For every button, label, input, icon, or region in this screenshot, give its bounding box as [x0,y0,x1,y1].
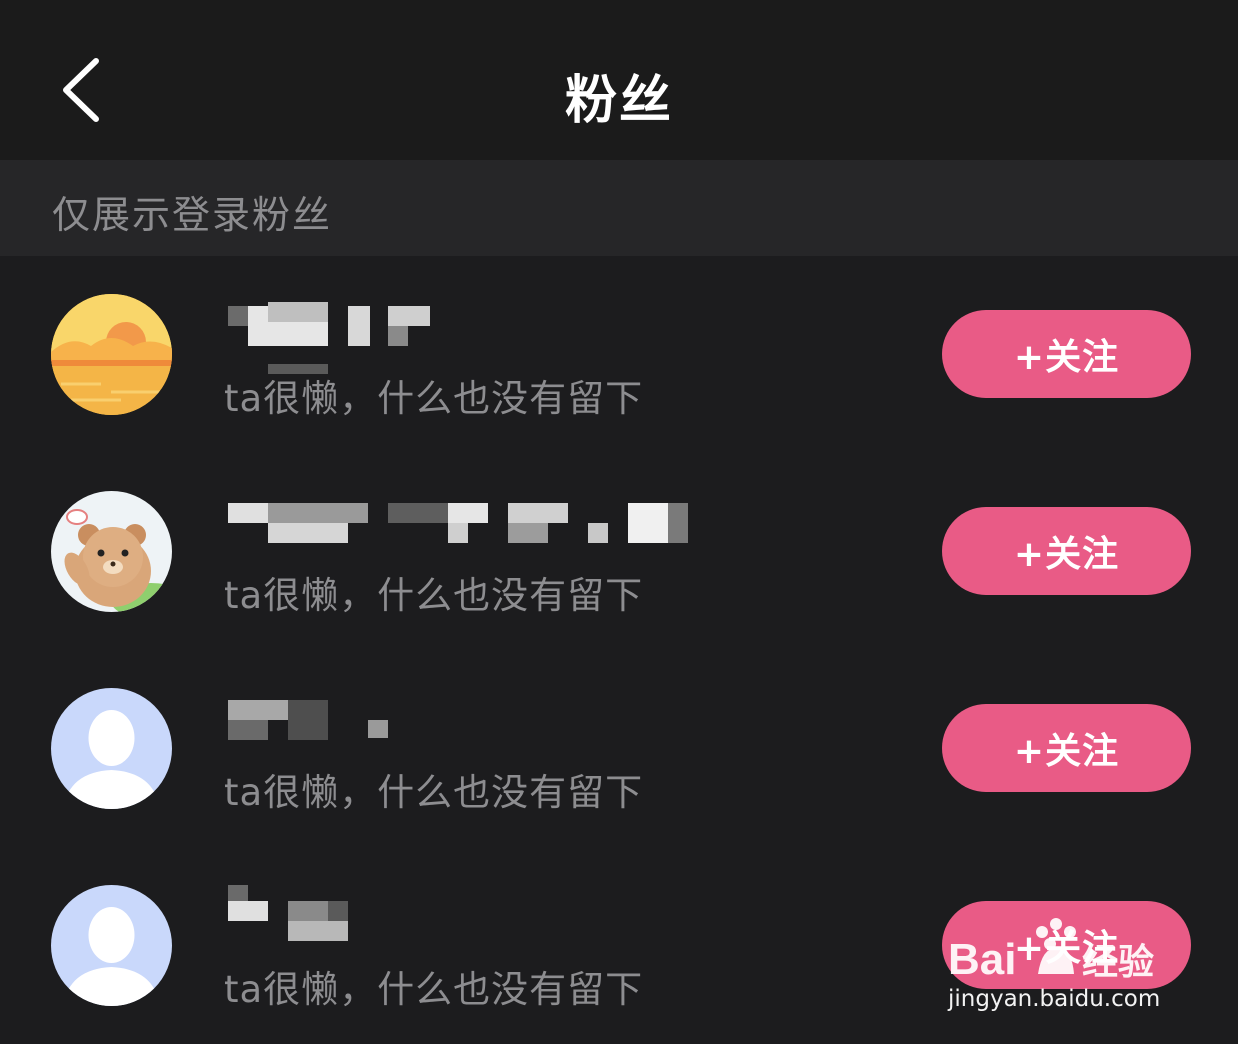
avatar[interactable] [51,294,172,415]
bear-avatar-image [51,491,172,612]
avatar[interactable] [51,885,172,1006]
bio-text: ta很懒，什么也没有留下 [224,377,644,420]
list-item[interactable]: ta很懒，什么也没有留下 +关注 [0,256,1238,453]
notice-banner: 仅展示登录粉丝 [0,160,1238,256]
follow-button[interactable]: +关注 [942,901,1191,989]
nickname-redacted [228,885,368,945]
follow-button[interactable]: +关注 [942,310,1191,398]
avatar[interactable] [51,491,172,612]
list-item[interactable]: ta很懒，什么也没有留下 +关注 [0,453,1238,650]
nickname-redacted [228,499,698,543]
top-bar: 粉丝 [0,0,1238,160]
nickname-redacted [228,302,438,374]
bio-text: ta很懒，什么也没有留下 [224,574,644,617]
follow-button[interactable]: +关注 [942,507,1191,595]
default-user-icon [51,688,172,809]
nickname-redacted [228,696,398,740]
follow-button[interactable]: +关注 [942,704,1191,792]
fan-list: ta很懒，什么也没有留下 +关注 ta很懒，什么也没有留下 +关注 ta很懒，什… [0,256,1238,1044]
notice-text: 仅展示登录粉丝 [52,193,333,237]
list-item[interactable]: ta很懒，什么也没有留下 +关注 [0,847,1238,1044]
default-user-icon [51,885,172,1006]
avatar[interactable] [51,688,172,809]
list-item[interactable]: ta很懒，什么也没有留下 +关注 [0,650,1238,847]
sunset-avatar-image [51,294,172,415]
bio-text: ta很懒，什么也没有留下 [224,771,644,814]
page-title: 粉丝 [564,71,673,131]
bio-text: ta很懒，什么也没有留下 [224,968,644,1011]
